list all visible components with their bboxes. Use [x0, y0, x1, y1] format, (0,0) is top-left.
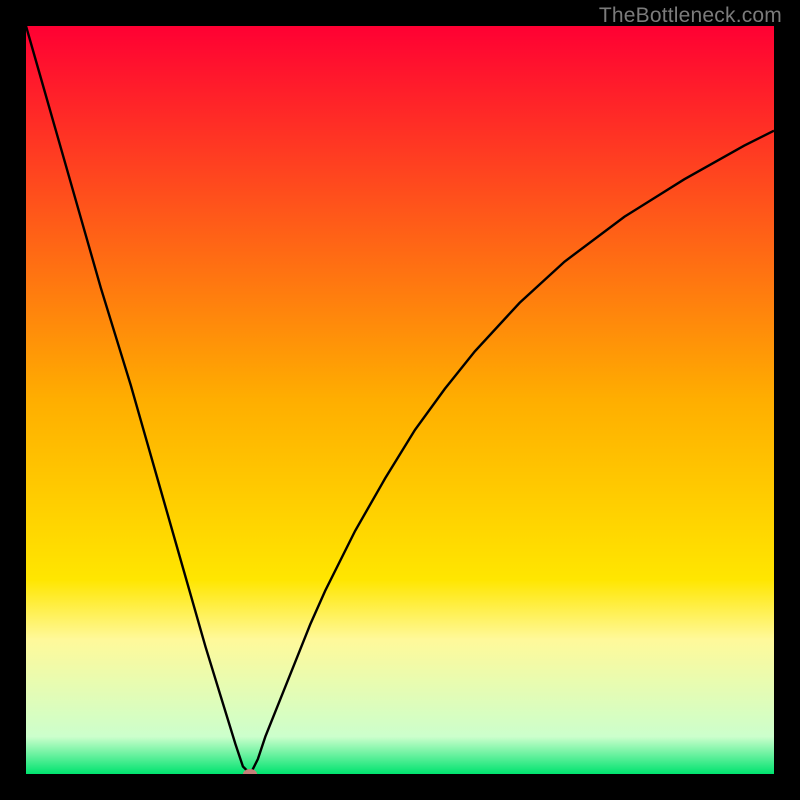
plot-area [26, 26, 774, 774]
chart-frame: TheBottleneck.com [0, 0, 800, 800]
min-point-marker [243, 769, 257, 774]
bottleneck-curve [26, 26, 774, 774]
watermark-text: TheBottleneck.com [599, 4, 782, 28]
